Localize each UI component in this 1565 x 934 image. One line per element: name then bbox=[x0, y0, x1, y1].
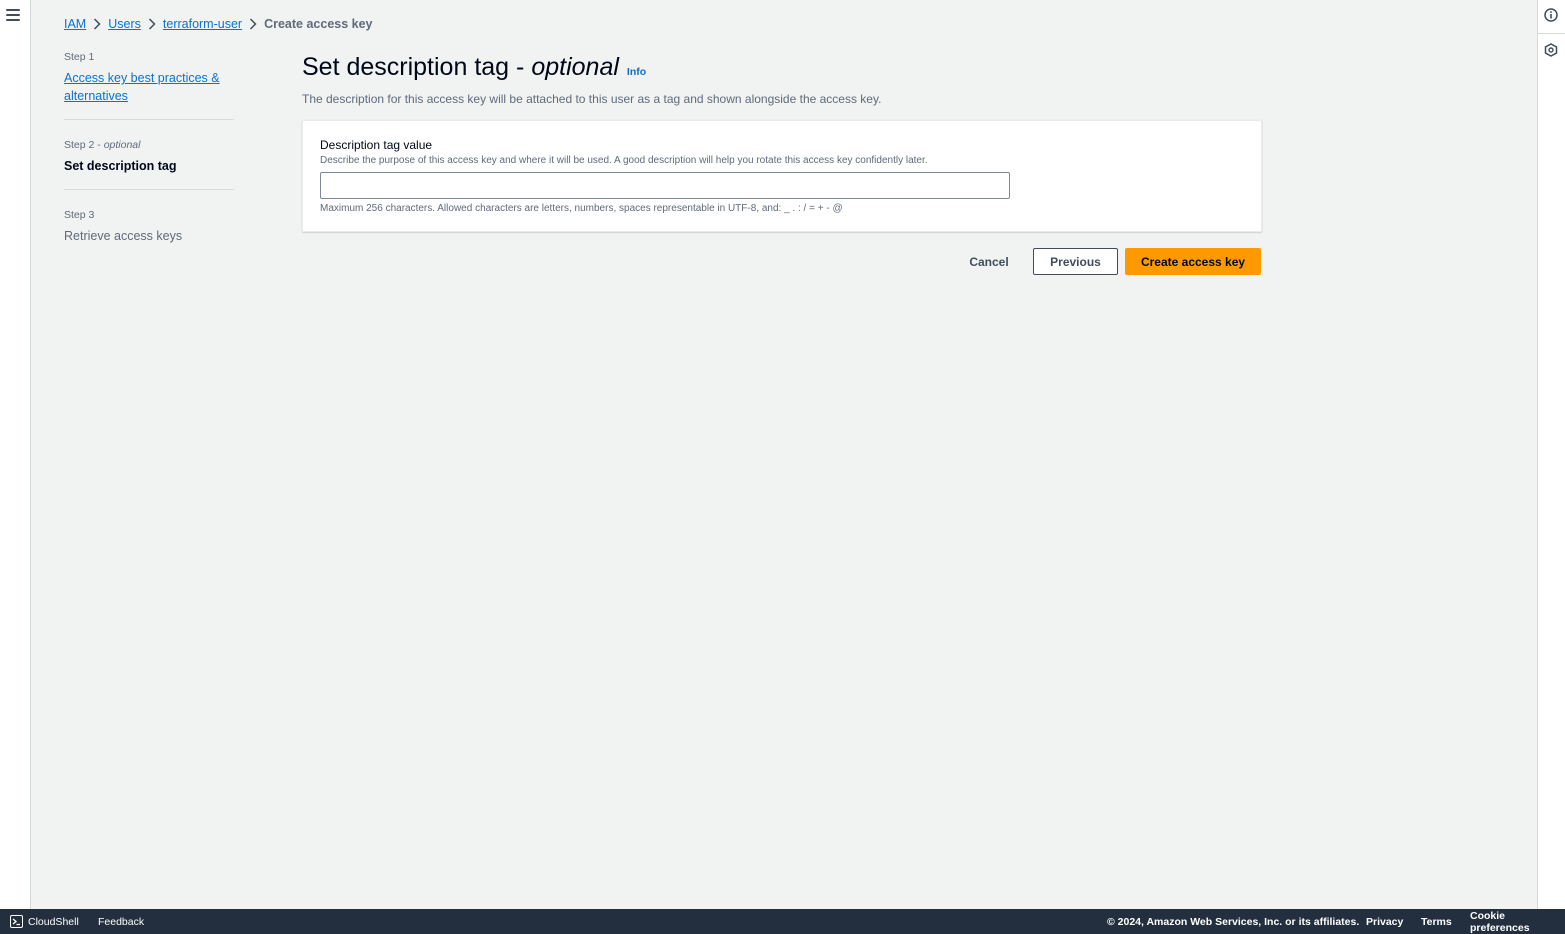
page-title-text: Set description tag - bbox=[302, 53, 525, 81]
cookie-preferences-link[interactable]: Cookie preferences bbox=[1470, 910, 1565, 934]
previous-button[interactable]: Previous bbox=[1033, 248, 1118, 275]
terms-link[interactable]: Terms bbox=[1421, 916, 1452, 928]
info-link[interactable]: Info bbox=[627, 56, 646, 88]
page-title: Set description tag - optional Info bbox=[302, 51, 1262, 88]
field-label: Description tag value bbox=[320, 138, 433, 152]
chevron-right-icon bbox=[86, 17, 108, 31]
field-description: Describe the purpose of this access key … bbox=[320, 155, 928, 166]
step-1-link[interactable]: Access key best practices & alternatives bbox=[64, 69, 234, 105]
rail-divider bbox=[1538, 33, 1565, 34]
create-access-key-button[interactable]: Create access key bbox=[1125, 248, 1261, 275]
step-number: Step 1 bbox=[64, 51, 95, 63]
console-footer: CloudShell Feedback © 2024, Amazon Web S… bbox=[0, 909, 1565, 934]
wizard-steps: Step 1 Access key best practices & alter… bbox=[64, 50, 234, 277]
step-2-label: Set description tag bbox=[64, 159, 177, 173]
step-2-number: Step 2 bbox=[64, 139, 95, 151]
step-number: Step 2 - optional bbox=[64, 139, 141, 151]
wizard-step-1: Step 1 Access key best practices & alter… bbox=[64, 50, 234, 120]
step-3-label: Retrieve access keys bbox=[64, 229, 183, 243]
cancel-button[interactable]: Cancel bbox=[960, 248, 1018, 275]
privacy-link[interactable]: Privacy bbox=[1366, 916, 1403, 928]
wizard-step-3: Step 3 Retrieve access keys bbox=[64, 208, 234, 259]
field-constraint: Maximum 256 characters. Allowed characte… bbox=[320, 203, 843, 214]
cloudshell-label[interactable]: CloudShell bbox=[28, 916, 79, 928]
info-circle-icon[interactable] bbox=[1544, 8, 1560, 24]
wizard-step-2: Step 2 - optional Set description tag bbox=[64, 138, 234, 190]
step-2-optional: optional bbox=[103, 139, 141, 151]
feedback-link[interactable]: Feedback bbox=[98, 916, 144, 928]
chevron-right-icon bbox=[141, 17, 163, 31]
cloudshell-button[interactable]: CloudShell bbox=[10, 915, 79, 928]
page-header: Set description tag - optional Info The … bbox=[302, 51, 1262, 107]
side-navigation-rail bbox=[0, 0, 31, 909]
tools-rail bbox=[1537, 0, 1565, 909]
breadcrumb-users[interactable]: Users bbox=[108, 17, 141, 31]
step-1-label[interactable]: Access key best practices & bbox=[64, 71, 220, 85]
menu-icon[interactable] bbox=[6, 9, 20, 21]
copyright-text: © 2024, Amazon Web Services, Inc. or its… bbox=[1107, 915, 1360, 928]
page-title-optional: optional bbox=[531, 53, 619, 81]
breadcrumb-iam[interactable]: IAM bbox=[64, 17, 86, 31]
settings-hex-icon[interactable] bbox=[1544, 43, 1560, 59]
step-number: Step 3 bbox=[64, 209, 95, 221]
breadcrumb-current: Create access key bbox=[264, 17, 373, 31]
terminal-icon bbox=[10, 915, 23, 928]
breadcrumb: IAM Users terraform-user Create access k… bbox=[64, 16, 373, 32]
description-tag-input[interactable] bbox=[320, 172, 1010, 199]
page-description: The description for this access key will… bbox=[302, 92, 882, 106]
chevron-right-icon bbox=[242, 17, 264, 31]
step-1-label-cont[interactable]: alternatives bbox=[64, 89, 128, 103]
breadcrumb-terraform-user[interactable]: terraform-user bbox=[163, 17, 242, 31]
description-tag-container: Description tag value Describe the purpo… bbox=[302, 120, 1262, 232]
